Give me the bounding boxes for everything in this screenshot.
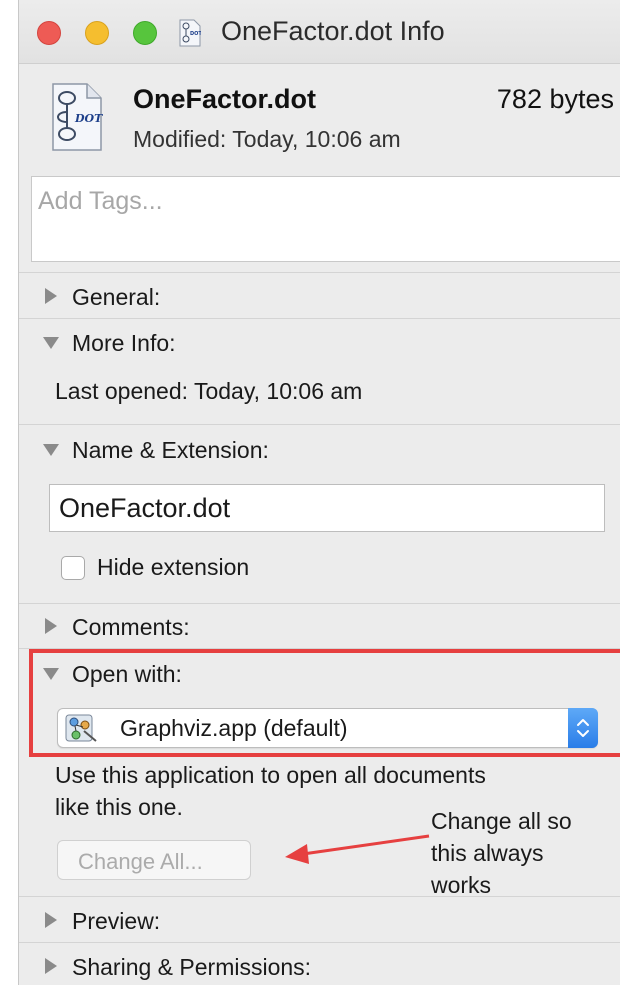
section-name-extension[interactable]: Name & Extension: <box>72 437 269 464</box>
svg-text:DOT: DOT <box>190 31 201 37</box>
last-opened-text: Last opened: Today, 10:06 am <box>55 378 363 404</box>
annotation-line3: works <box>431 872 492 898</box>
section-preview[interactable]: Preview: <box>72 908 160 935</box>
annotation-line2: this always <box>431 840 544 866</box>
divider <box>19 896 620 897</box>
disclosure-triangle-collapsed-icon[interactable] <box>45 288 57 304</box>
disclosure-triangle-collapsed-icon[interactable] <box>45 618 57 634</box>
info-window: DOT OneFactor.dot Info DOT OneFactor.dot… <box>18 0 620 985</box>
close-button[interactable] <box>37 21 61 45</box>
tags-field[interactable]: Add Tags... <box>31 176 620 262</box>
file-size: 782 bytes <box>496 84 614 114</box>
annotation-arrow-icon <box>285 834 430 864</box>
open-with-note-line1: Use this application to open all documen… <box>55 762 486 788</box>
tags-placeholder: Add Tags... <box>38 187 163 215</box>
annotation-line1: Change all so <box>431 808 572 834</box>
divider <box>19 603 620 604</box>
divider <box>19 942 620 943</box>
open-with-note-line2: like this one. <box>55 794 183 820</box>
name-field-value: OneFactor.dot <box>59 493 231 523</box>
disclosure-triangle-collapsed-icon[interactable] <box>45 958 57 974</box>
section-comments[interactable]: Comments: <box>72 614 190 641</box>
change-all-label: Change All... <box>78 849 203 874</box>
annotation-highlight-box <box>29 649 620 757</box>
dot-file-icon[interactable]: DOT <box>51 82 103 152</box>
svg-text:DOT: DOT <box>74 112 103 125</box>
name-field[interactable]: OneFactor.dot <box>49 484 605 532</box>
disclosure-triangle-collapsed-icon[interactable] <box>45 912 57 928</box>
section-sharing-permissions[interactable]: Sharing & Permissions: <box>72 954 311 981</box>
disclosure-triangle-expanded-icon[interactable] <box>43 337 59 349</box>
change-all-button[interactable]: Change All... <box>57 840 251 880</box>
section-general[interactable]: General: <box>72 284 160 311</box>
divider <box>19 318 620 319</box>
modified-date: Modified: Today, 10:06 am <box>133 126 401 152</box>
file-name: OneFactor.dot <box>133 84 317 114</box>
divider <box>19 424 620 425</box>
window-title: OneFactor.dot Info <box>221 16 445 46</box>
minimize-button[interactable] <box>85 21 109 45</box>
zoom-button[interactable] <box>133 21 157 45</box>
divider <box>19 272 620 273</box>
dot-file-icon: DOT <box>179 19 201 47</box>
hide-extension-checkbox[interactable] <box>61 556 85 580</box>
disclosure-triangle-expanded-icon[interactable] <box>43 444 59 456</box>
title-bar[interactable]: DOT OneFactor.dot Info <box>19 0 620 64</box>
section-more-info[interactable]: More Info: <box>72 330 176 357</box>
hide-extension-label[interactable]: Hide extension <box>97 554 249 581</box>
